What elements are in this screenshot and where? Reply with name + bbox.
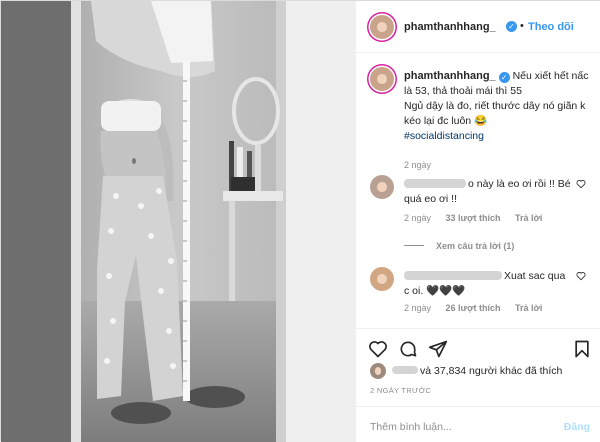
verified-badge-icon: ✓	[498, 72, 510, 83]
commenter-avatar[interactable]	[370, 267, 394, 291]
comment-reply-button[interactable]: Trả lời	[515, 213, 542, 223]
caption-line-2: Ngủ dậy là đo, riết thước dây nó giãn k …	[404, 100, 586, 127]
caption-time[interactable]: 2 ngày	[404, 160, 431, 170]
follow-button[interactable]: Theo dõi	[528, 21, 574, 33]
likes-text: và 37,834 người khác đã thích	[392, 365, 562, 377]
comment-likes[interactable]: 26 lượt thích	[446, 303, 501, 313]
likes-count-text: và 37,834 người khác đã thích	[420, 365, 563, 377]
commenter-avatar[interactable]	[370, 175, 394, 199]
comment-like-heart-icon[interactable]	[576, 179, 586, 189]
commenter-username[interactable]	[404, 271, 502, 280]
add-comment-bar: Thêm bình luận... Đăng	[356, 406, 600, 442]
author-avatar[interactable]	[370, 15, 394, 39]
liker-username[interactable]	[392, 366, 418, 374]
view-replies-button[interactable]: Xem câu trả lời (1)	[404, 241, 514, 251]
comment-bubble-icon[interactable]	[398, 339, 418, 359]
instagram-post: phamthanhhang_ ✓ • Theo dõi phamthanhhan…	[0, 0, 600, 442]
verified-badge-icon: ✓	[506, 21, 517, 32]
caption-text: phamthanhhang_ ✓ Nếu xiết hết nấc là 53, …	[404, 69, 592, 173]
post-header: phamthanhhang_ ✓ • Theo dõi	[356, 1, 600, 53]
paper-plane-icon[interactable]	[428, 339, 448, 359]
view-replies-label: Xem câu trả lời (1)	[436, 241, 515, 251]
action-bar	[356, 328, 600, 368]
comment-meta: 2 ngày 33 lượt thích Trả lời	[404, 213, 554, 223]
comment-reply-button[interactable]: Trả lời	[515, 303, 542, 313]
commenter-username[interactable]	[404, 179, 466, 188]
hashtag-link[interactable]: #socialdistancing	[404, 130, 484, 142]
post-timestamp[interactable]: 2 NGÀY TRƯỚC	[370, 386, 431, 395]
heart-icon[interactable]	[368, 339, 388, 359]
comment-time[interactable]: 2 ngày	[404, 213, 431, 223]
header-separator: •	[520, 20, 524, 32]
post-comment-button[interactable]: Đăng	[564, 421, 590, 433]
bookmark-icon[interactable]	[572, 339, 592, 359]
post-side-panel: phamthanhhang_ ✓ • Theo dõi phamthanhhan…	[355, 1, 600, 442]
comment-text-block: Xuat sac qua c oi. 🖤🖤🖤	[404, 269, 572, 299]
comment-time[interactable]: 2 ngày	[404, 303, 431, 313]
caption-username[interactable]: phamthanhhang_	[404, 70, 496, 82]
caption-avatar[interactable]	[370, 67, 394, 91]
comment-text-block: o này là eo ơi rồi !! Bé quá eo ơi !!	[404, 177, 572, 207]
mirror-selfie-image	[1, 1, 355, 442]
comment-input[interactable]: Thêm bình luận...	[370, 421, 452, 433]
post-photo[interactable]	[1, 1, 355, 442]
replies-line	[404, 245, 424, 246]
comment-like-heart-icon[interactable]	[576, 271, 586, 281]
author-username[interactable]: phamthanhhang_	[404, 21, 496, 33]
liker-avatar	[370, 363, 386, 379]
comment-meta: 2 ngày 26 lượt thích Trả lời	[404, 303, 554, 313]
comment-likes[interactable]: 33 lượt thích	[446, 213, 501, 223]
